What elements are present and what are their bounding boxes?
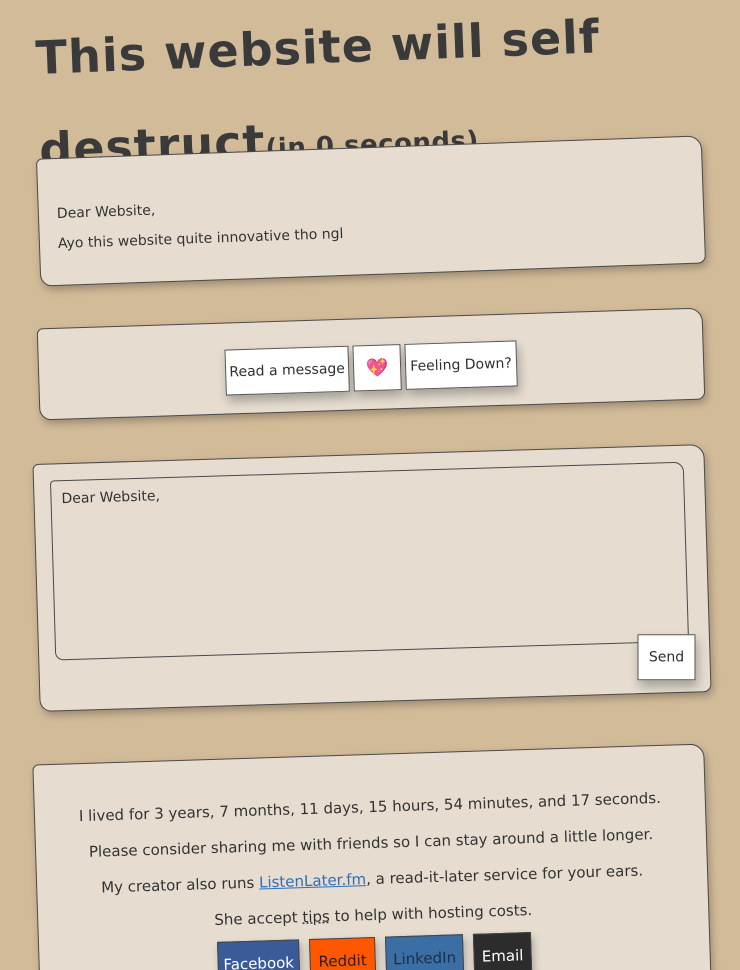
send-button[interactable]: Send	[637, 634, 696, 681]
page: This website will self destruct(in 0 sec…	[0, 0, 740, 970]
tips-prefix: She accept	[214, 908, 303, 929]
creator-suffix: , a read-it-later service for your ears.	[365, 861, 644, 889]
compose-card: Dear Website, Send	[32, 444, 712, 712]
letter-content: Dear Website, Ayo this website quite inn…	[56, 189, 344, 259]
footer-text: I lived for 3 years, 7 months, 11 days, …	[34, 779, 708, 944]
share-facebook-button[interactable]: Facebook	[217, 939, 301, 970]
feeling-down-button[interactable]: Feeling Down?	[404, 340, 518, 390]
read-message-button[interactable]: Read a message	[224, 345, 350, 396]
creator-prefix: My creator also runs	[100, 873, 260, 897]
heart-button[interactable]: 💖	[352, 344, 402, 392]
tips-suffix: to help with hosting costs.	[329, 900, 533, 926]
listenlater-link[interactable]: ListenLater.fm	[259, 870, 367, 891]
message-textarea[interactable]: Dear Website,	[49, 461, 690, 661]
share-reddit-button[interactable]: Reddit	[308, 936, 377, 970]
tips-link[interactable]: tips	[302, 907, 330, 926]
share-linkedin-button[interactable]: LinkedIn	[384, 934, 465, 970]
footer-card: I lived for 3 years, 7 months, 11 days, …	[32, 743, 712, 970]
sparkling-heart-icon: 💖	[365, 356, 389, 379]
actions-card: Read a message 💖 Feeling Down?	[36, 307, 706, 421]
letter-card: Dear Website, Ayo this website quite inn…	[35, 135, 707, 287]
share-email-button[interactable]: Email	[472, 932, 533, 970]
